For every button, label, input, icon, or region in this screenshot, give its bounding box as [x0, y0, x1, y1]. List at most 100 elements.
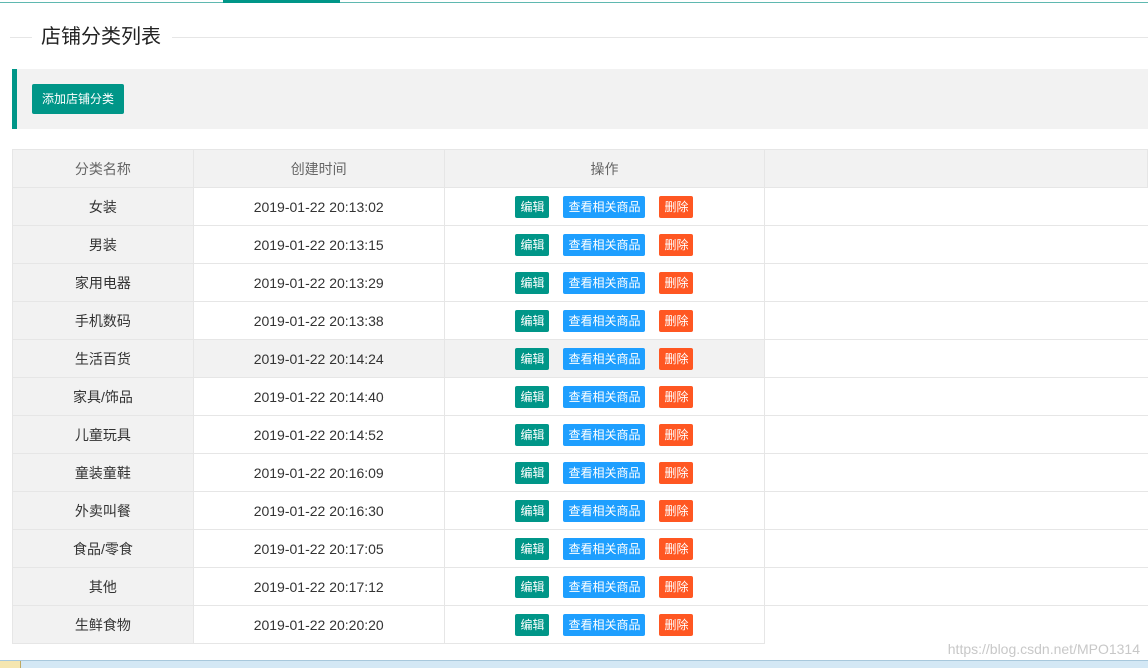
actions-cell: 编辑 查看相关商品 删除 — [443, 567, 766, 606]
created-time-cell: 2019-01-22 20:16:09 — [192, 453, 445, 492]
table-header-row: 分类名称 创建时间 操作 — [12, 149, 1148, 188]
view-related-products-button[interactable]: 查看相关商品 — [563, 461, 646, 484]
category-name-cell: 其他 — [12, 567, 194, 606]
created-time-cell: 2019-01-22 20:14:40 — [192, 377, 445, 416]
view-related-products-button[interactable]: 查看相关商品 — [563, 233, 646, 256]
view-related-products-button[interactable]: 查看相关商品 — [563, 271, 646, 294]
title-divider-left — [10, 37, 32, 38]
delete-button[interactable]: 删除 — [659, 537, 694, 560]
blank-cell — [764, 605, 1148, 644]
table-row: 儿童玩具 2019-01-22 20:14:52 编辑 查看相关商品 删除 — [12, 415, 1148, 454]
category-name-cell: 女装 — [12, 187, 194, 226]
delete-button[interactable]: 删除 — [659, 575, 694, 598]
page-title-fieldset: 店铺分类列表 — [10, 22, 1148, 52]
actions-group: 编辑 查看相关商品 删除 — [445, 309, 765, 332]
add-shop-category-button[interactable]: 添加店铺分类 — [32, 84, 124, 114]
actions-cell: 编辑 查看相关商品 删除 — [443, 187, 766, 226]
actions-cell: 编辑 查看相关商品 删除 — [443, 415, 766, 454]
actions-cell: 编辑 查看相关商品 删除 — [443, 529, 766, 568]
view-related-products-button[interactable]: 查看相关商品 — [563, 575, 646, 598]
category-name-cell: 家具/饰品 — [12, 377, 194, 416]
table-row: 生鲜食物 2019-01-22 20:20:20 编辑 查看相关商品 删除 — [12, 605, 1148, 644]
actions-cell: 编辑 查看相关商品 删除 — [443, 491, 766, 530]
category-table-wrapper: 分类名称 创建时间 操作 女装 2019-01-22 20:13:02 编辑 查看相关… — [12, 149, 1148, 644]
delete-button[interactable]: 删除 — [659, 613, 694, 636]
edit-button[interactable]: 编辑 — [515, 613, 550, 636]
column-header-actions: 操作 — [443, 149, 766, 188]
created-time-cell: 2019-01-22 20:14:52 — [192, 415, 445, 454]
blank-cell — [764, 567, 1148, 606]
table-row: 童装童鞋 2019-01-22 20:16:09 编辑 查看相关商品 删除 — [12, 453, 1148, 492]
view-related-products-button[interactable]: 查看相关商品 — [563, 499, 646, 522]
table-row: 女装 2019-01-22 20:13:02 编辑 查看相关商品 删除 — [12, 187, 1148, 226]
title-divider-right — [172, 37, 1148, 38]
blank-cell — [764, 187, 1148, 226]
created-time-cell: 2019-01-22 20:13:15 — [192, 225, 445, 264]
view-related-products-button[interactable]: 查看相关商品 — [563, 347, 646, 370]
delete-button[interactable]: 删除 — [659, 423, 694, 446]
page-title: 店铺分类列表 — [41, 26, 161, 48]
edit-button[interactable]: 编辑 — [515, 385, 550, 408]
blank-cell — [764, 491, 1148, 530]
actions-group: 编辑 查看相关商品 删除 — [445, 613, 765, 636]
blank-cell — [764, 263, 1148, 302]
actions-group: 编辑 查看相关商品 删除 — [445, 575, 765, 598]
category-table: 分类名称 创建时间 操作 女装 2019-01-22 20:13:02 编辑 查看相关… — [12, 149, 1148, 644]
column-header-blank — [764, 149, 1148, 188]
blank-cell — [764, 225, 1148, 264]
actions-cell: 编辑 查看相关商品 删除 — [443, 225, 766, 264]
edit-button[interactable]: 编辑 — [515, 347, 550, 370]
toolbar: 添加店铺分类 — [12, 69, 1148, 129]
delete-button[interactable]: 删除 — [659, 233, 694, 256]
top-tab-strip — [0, 0, 1148, 3]
delete-button[interactable]: 删除 — [659, 195, 694, 218]
actions-cell: 编辑 查看相关商品 删除 — [443, 339, 766, 378]
blank-cell — [764, 415, 1148, 454]
taskbar-corner — [0, 661, 21, 668]
blank-cell — [764, 453, 1148, 492]
actions-cell: 编辑 查看相关商品 删除 — [443, 263, 766, 302]
edit-button[interactable]: 编辑 — [515, 537, 550, 560]
created-time-cell: 2019-01-22 20:17:05 — [192, 529, 445, 568]
edit-button[interactable]: 编辑 — [515, 309, 550, 332]
view-related-products-button[interactable]: 查看相关商品 — [563, 385, 646, 408]
edit-button[interactable]: 编辑 — [515, 233, 550, 256]
created-time-cell: 2019-01-22 20:16:30 — [192, 491, 445, 530]
table-row: 食品/零食 2019-01-22 20:17:05 编辑 查看相关商品 删除 — [12, 529, 1148, 568]
edit-button[interactable]: 编辑 — [515, 461, 550, 484]
table-row: 手机数码 2019-01-22 20:13:38 编辑 查看相关商品 删除 — [12, 301, 1148, 340]
watermark: https://blog.csdn.net/MPO1314 — [947, 641, 1140, 657]
edit-button[interactable]: 编辑 — [515, 271, 550, 294]
delete-button[interactable]: 删除 — [659, 271, 694, 294]
delete-button[interactable]: 删除 — [659, 385, 694, 408]
delete-button[interactable]: 删除 — [659, 499, 694, 522]
view-related-products-button[interactable]: 查看相关商品 — [563, 423, 646, 446]
view-related-products-button[interactable]: 查看相关商品 — [563, 195, 646, 218]
actions-group: 编辑 查看相关商品 删除 — [445, 423, 765, 446]
actions-cell: 编辑 查看相关商品 删除 — [443, 453, 766, 492]
active-tab-indicator[interactable] — [223, 0, 340, 3]
table-row: 生活百货 2019-01-22 20:14:24 编辑 查看相关商品 删除 — [12, 339, 1148, 378]
category-name-cell: 家用电器 — [12, 263, 194, 302]
category-name-cell: 食品/零食 — [12, 529, 194, 568]
edit-button[interactable]: 编辑 — [515, 195, 550, 218]
view-related-products-button[interactable]: 查看相关商品 — [563, 613, 646, 636]
view-related-products-button[interactable]: 查看相关商品 — [563, 537, 646, 560]
blank-cell — [764, 339, 1148, 378]
created-time-cell: 2019-01-22 20:14:24 — [192, 339, 445, 378]
created-time-cell: 2019-01-22 20:20:20 — [192, 605, 445, 644]
category-name-cell: 手机数码 — [12, 301, 194, 340]
delete-button[interactable]: 删除 — [659, 309, 694, 332]
created-time-cell: 2019-01-22 20:13:02 — [192, 187, 445, 226]
delete-button[interactable]: 删除 — [659, 347, 694, 370]
edit-button[interactable]: 编辑 — [515, 575, 550, 598]
created-time-cell: 2019-01-22 20:17:12 — [192, 567, 445, 606]
delete-button[interactable]: 删除 — [659, 461, 694, 484]
actions-group: 编辑 查看相关商品 删除 — [445, 385, 765, 408]
edit-button[interactable]: 编辑 — [515, 499, 550, 522]
actions-group: 编辑 查看相关商品 删除 — [445, 233, 765, 256]
actions-group: 编辑 查看相关商品 删除 — [445, 537, 765, 560]
edit-button[interactable]: 编辑 — [515, 423, 550, 446]
created-time-cell: 2019-01-22 20:13:38 — [192, 301, 445, 340]
view-related-products-button[interactable]: 查看相关商品 — [563, 309, 646, 332]
